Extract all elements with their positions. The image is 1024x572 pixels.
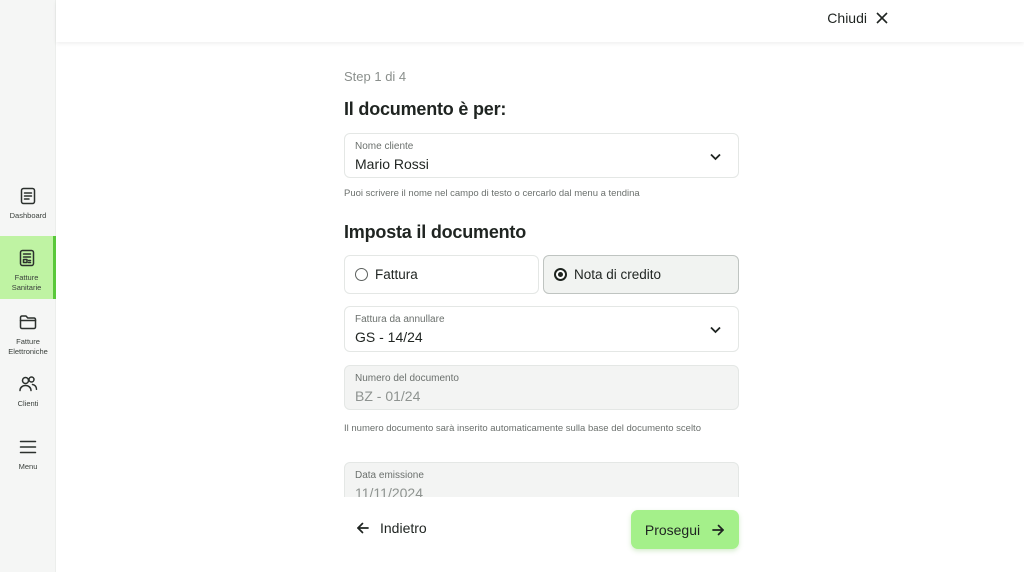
sidebar-item-label: Dashboard bbox=[9, 211, 47, 220]
invoice-to-cancel-select[interactable]: Fattura da annullare GS - 14/24 bbox=[344, 306, 739, 352]
back-label: Indietro bbox=[380, 520, 427, 536]
close-label: Chiudi bbox=[827, 10, 867, 26]
client-field-value: Mario Rossi bbox=[355, 156, 429, 172]
top-bar: Chiudi bbox=[56, 0, 1024, 42]
invoice-field-label: Fattura da annullare bbox=[355, 314, 445, 325]
client-field-label: Nome cliente bbox=[355, 141, 414, 152]
page-title: Il documento è per: bbox=[344, 99, 507, 119]
users-icon bbox=[19, 376, 38, 392]
sidebar-item-clienti[interactable]: Clienti bbox=[0, 374, 56, 409]
sidebar-item-menu[interactable]: Menu bbox=[0, 437, 56, 472]
radio-circle-selected[interactable] bbox=[554, 268, 567, 281]
sidebar: Dashboard Fatture Sanitarie Fatture Elet… bbox=[0, 0, 56, 572]
issue-date-label: Data emissione bbox=[355, 470, 424, 481]
close-button[interactable]: Chiudi bbox=[827, 10, 889, 26]
doc-number-label: Numero del documento bbox=[355, 373, 459, 384]
continue-label: Prosegui bbox=[644, 521, 701, 538]
step-indicator: Step 1 di 4 bbox=[344, 69, 407, 84]
doc-number-value: BZ - 01/24 bbox=[355, 388, 421, 404]
invoice-icon bbox=[19, 249, 34, 267]
sidebar-item-fatture-elettroniche[interactable]: Fatture Elettroniche bbox=[0, 312, 56, 357]
radio-nota-di-credito[interactable]: Nota di credito bbox=[543, 255, 739, 294]
continue-button[interactable]: Prosegui bbox=[631, 510, 739, 549]
document-number-field: Numero del documento BZ - 01/24 bbox=[344, 365, 739, 410]
client-helper-text: Puoi scrivere il nome nel campo di testo… bbox=[344, 188, 640, 199]
chevron-down-icon[interactable] bbox=[709, 323, 722, 336]
back-button[interactable]: Indietro bbox=[356, 520, 427, 536]
invoice-field-value: GS - 14/24 bbox=[355, 329, 423, 345]
close-icon bbox=[876, 12, 888, 24]
radio-label: Fattura bbox=[375, 267, 418, 282]
section-title: Imposta il documento bbox=[344, 222, 527, 242]
sidebar-item-label: Clienti bbox=[17, 399, 39, 408]
chevron-down-icon[interactable] bbox=[709, 150, 722, 163]
radio-fattura[interactable]: Fattura bbox=[344, 255, 539, 294]
sidebar-item-label: Fatture Sanitarie bbox=[11, 273, 42, 292]
hamburger-icon bbox=[19, 440, 37, 454]
arrow-left-icon bbox=[357, 522, 369, 534]
client-select[interactable]: Nome cliente Mario Rossi bbox=[344, 133, 739, 178]
radio-label: Nota di credito bbox=[574, 267, 662, 282]
radio-circle[interactable] bbox=[355, 268, 368, 281]
doc-number-helper-text: Il numero documento sarà inserito automa… bbox=[344, 423, 701, 434]
arrow-right-icon bbox=[712, 524, 724, 535]
folder-icon bbox=[19, 315, 37, 330]
sidebar-item-label: Fatture Elettroniche bbox=[8, 337, 48, 356]
document-list-icon bbox=[20, 187, 36, 205]
sidebar-item-fatture-sanitarie[interactable]: Fatture Sanitarie bbox=[0, 236, 56, 299]
sidebar-item-label: Menu bbox=[18, 462, 38, 471]
sidebar-item-dashboard[interactable]: Dashboard bbox=[0, 186, 56, 221]
